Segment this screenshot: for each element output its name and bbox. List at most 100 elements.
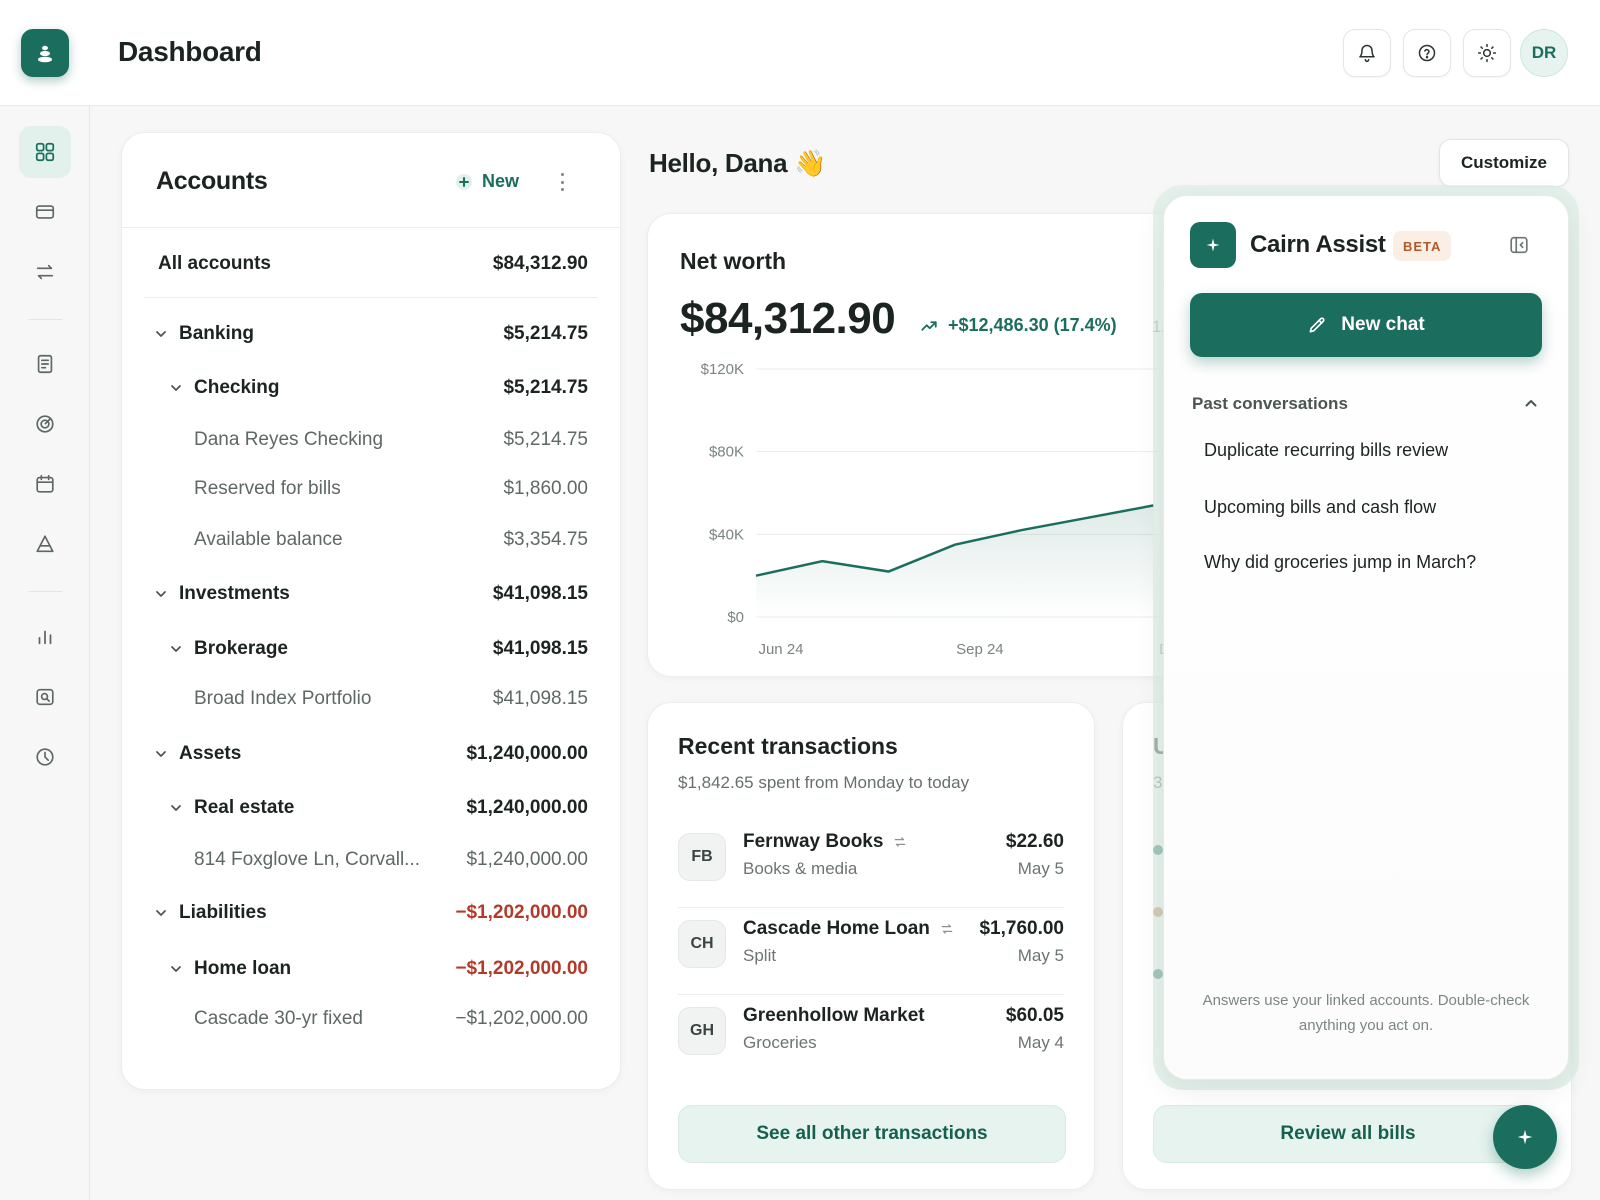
divider <box>122 227 620 228</box>
chevron-down-icon[interactable] <box>155 907 167 919</box>
conversation-item[interactable]: Why did groceries jump in March? <box>1204 552 1476 573</box>
assist-fab-button[interactable] <box>1493 1105 1557 1169</box>
merchant-name-wrap: Cascade Home Loan <box>743 918 954 940</box>
transaction-category: Groceries <box>743 1033 817 1052</box>
account-subgroup-row[interactable]: Brokerage $41,098.15 <box>122 634 620 664</box>
search-icon <box>36 688 54 706</box>
customize-button[interactable]: Customize <box>1439 139 1569 187</box>
merchant-avatar: GH <box>678 1007 726 1055</box>
sidebar-item-history[interactable] <box>19 731 71 783</box>
account-row[interactable]: Available balance $3,354.75 <box>122 525 620 555</box>
account-name: Available balance <box>194 529 343 550</box>
y-tick-label: $80K <box>709 444 744 461</box>
x-tick-label: Sep 24 <box>956 641 1004 658</box>
transaction-row[interactable]: GH Greenhollow Market Groceries $60.05 May 4 <box>678 995 1064 1083</box>
account-row[interactable]: Cascade 30-yr fixed −$1,202,000.00 <box>122 1004 620 1034</box>
notifications-button[interactable] <box>1343 29 1391 77</box>
transaction-row[interactable]: CH Cascade Home Loan Split $1,760.00 May 5 <box>678 908 1064 996</box>
account-name: Checking <box>194 377 280 398</box>
account-row[interactable]: Reserved for bills $1,860.00 <box>122 474 620 504</box>
sidebar-item-goals[interactable] <box>19 398 71 450</box>
accounts-menu-button[interactable] <box>558 173 566 191</box>
conversation-item[interactable]: Upcoming bills and cash flow <box>1204 497 1436 518</box>
transaction-date: May 5 <box>1017 859 1064 878</box>
collapse-panel-button[interactable] <box>1508 234 1530 256</box>
merchant-avatar: CH <box>678 920 726 968</box>
conversation-item[interactable]: Duplicate recurring bills review <box>1204 440 1448 461</box>
sidebar-item-search[interactable] <box>19 671 71 723</box>
series-area <box>756 505 1154 617</box>
account-name: Real estate <box>194 797 295 818</box>
new-account-button[interactable]: New <box>456 171 519 192</box>
recurring-icon <box>941 924 953 934</box>
all-accounts-label: All accounts <box>158 253 271 274</box>
sidebar-item-calendar[interactable] <box>19 458 71 510</box>
account-group-row[interactable]: Banking $5,214.75 <box>122 319 620 349</box>
account-value: −$1,202,000.00 <box>455 958 588 979</box>
assist-logo <box>1190 222 1236 268</box>
bell-icon <box>1359 44 1375 63</box>
calendar-icon <box>36 474 54 493</box>
plus-icon <box>456 173 472 190</box>
account-group-row[interactable]: Assets $1,240,000.00 <box>122 739 620 769</box>
all-accounts-row[interactable]: All accounts $84,312.90 <box>122 249 620 279</box>
net-worth-chart: $120K$80K$40K$0Jun 24Sep 24Dec 2 <box>701 361 1206 658</box>
new-account-label: New <box>482 171 520 191</box>
account-name: Liabilities <box>179 902 267 923</box>
help-button[interactable] <box>1403 29 1451 77</box>
account-row[interactable]: 814 Foxglove Ln, Corvall... $1,240,000.00 <box>122 845 620 875</box>
sidebar-item-bills[interactable] <box>19 338 71 390</box>
account-group-row[interactable]: Liabilities −$1,202,000.00 <box>122 898 620 928</box>
assist-title: Cairn Assist <box>1250 231 1386 258</box>
accounts-title: Accounts <box>156 167 268 195</box>
cairn-logo-icon <box>38 45 52 63</box>
sidebar-item-cards[interactable] <box>19 186 71 238</box>
see-all-transactions-button[interactable]: See all other transactions <box>678 1105 1066 1163</box>
investments-icon <box>36 535 54 553</box>
account-subgroup-row[interactable]: Real estate $1,240,000.00 <box>122 793 620 823</box>
chevron-down-icon[interactable] <box>155 328 167 340</box>
review-all-bills-button[interactable]: Review all bills <box>1153 1105 1543 1163</box>
account-subgroup-row[interactable]: Checking $5,214.75 <box>122 373 620 403</box>
chevron-down-icon[interactable] <box>155 748 167 760</box>
new-chat-button[interactable]: New chat <box>1190 293 1542 357</box>
account-name: Broad Index Portfolio <box>194 688 372 709</box>
x-tick-label: Jun 24 <box>758 641 803 658</box>
account-name: Brokerage <box>194 638 288 659</box>
theme-toggle-button[interactable] <box>1463 29 1511 77</box>
sidebar-collapse-icon <box>1510 236 1528 254</box>
merchant-name-wrap: Fernway Books <box>743 831 907 853</box>
account-value: $1,860.00 <box>503 478 588 499</box>
chevron-down-icon[interactable] <box>155 588 167 600</box>
reports-icon <box>38 630 52 645</box>
transaction-category: Books & media <box>743 859 858 878</box>
sidebar-item-investments[interactable] <box>19 518 71 570</box>
sidebar-item-dashboard[interactable] <box>19 126 71 178</box>
chevron-down-icon[interactable] <box>170 963 182 975</box>
receipt-icon <box>37 354 53 374</box>
transaction-row[interactable]: FB Fernway Books Books & media $22.60 May 5 <box>678 821 1064 909</box>
chevron-down-icon[interactable] <box>170 643 182 655</box>
user-avatar[interactable]: DR <box>1520 29 1568 77</box>
account-value: $1,240,000.00 <box>466 797 588 818</box>
account-group-row[interactable]: Investments $41,098.15 <box>122 579 620 609</box>
sidebar-divider <box>28 319 62 320</box>
account-name: Home loan <box>194 958 292 979</box>
history-icon <box>36 748 54 766</box>
chevron-up-icon <box>1525 400 1537 407</box>
account-subgroup-row[interactable]: Home loan −$1,202,000.00 <box>122 954 620 984</box>
y-tick-label: $0 <box>727 609 744 626</box>
chevron-down-icon[interactable] <box>170 382 182 394</box>
dashboard-icon <box>35 142 55 162</box>
sidebar-item-transfers[interactable] <box>19 246 71 298</box>
assist-panel: Cairn Assist BETA New chat Past conversa… <box>1163 195 1569 1080</box>
account-value: $1,240,000.00 <box>466 743 588 764</box>
chevron-down-icon[interactable] <box>170 802 182 814</box>
sidebar-item-reports[interactable] <box>19 611 71 663</box>
account-name: 814 Foxglove Ln, Corvall... <box>194 849 421 870</box>
past-conversations-toggle[interactable] <box>1524 396 1538 410</box>
account-row[interactable]: Dana Reyes Checking $5,214.75 <box>122 425 620 455</box>
greeting: Hello, Dana 👋 <box>649 148 827 178</box>
app-logo[interactable] <box>21 29 69 77</box>
account-row[interactable]: Broad Index Portfolio $41,098.15 <box>122 684 620 714</box>
